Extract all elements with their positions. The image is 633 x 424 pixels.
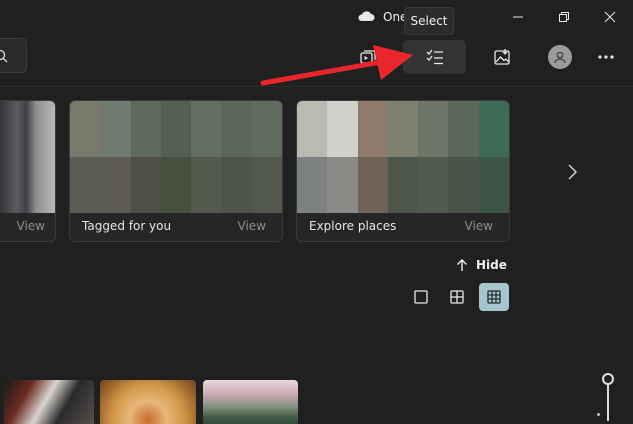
more-icon [598,55,614,59]
hide-label: Hide [476,258,507,272]
small-view-button[interactable] [479,283,509,311]
annotation-arrow [260,45,413,86]
card-title: Explore places [309,219,397,233]
photo-thumbnail[interactable] [4,380,94,424]
explore-places-card[interactable]: Explore places View [296,100,510,242]
select-checklist-icon [426,49,443,65]
card-thumbnail [70,101,282,213]
card-view-link[interactable]: View [465,219,493,233]
arrow-up-icon [457,259,467,271]
tagged-card[interactable]: Tagged for you View [69,100,283,242]
search-input[interactable] [0,38,27,73]
search-icon [0,49,8,63]
grid-2x2-icon [450,290,464,304]
card-view-link[interactable]: View [238,219,266,233]
memories-card[interactable]: View [0,100,56,242]
square-view-icon [414,290,428,304]
import-button[interactable] [484,40,520,74]
card-title: Tagged for you [82,219,172,233]
card-thumbnail [0,101,55,213]
grid-3x3-icon [487,290,501,304]
photo-thumbnail[interactable] [203,380,298,424]
onedrive-cloud-icon [358,11,375,21]
minimize-icon [513,16,523,18]
card-thumbnail [297,101,509,213]
chevron-right-icon[interactable] [564,162,580,182]
close-button[interactable] [595,6,625,28]
large-view-button[interactable] [406,283,436,311]
medium-view-button[interactable] [442,283,472,311]
person-icon [554,51,566,64]
hide-button[interactable]: Hide [456,258,507,272]
more-options-button[interactable] [588,40,624,74]
minimize-button[interactable] [503,6,533,28]
photo-thumbnail[interactable] [100,380,196,424]
timeline-marker [597,413,600,416]
import-photo-icon [494,49,510,65]
card-view-link[interactable]: View [17,219,45,233]
close-icon [604,11,616,23]
timeline-scroll-thumb[interactable] [602,373,614,385]
account-avatar[interactable] [548,45,572,69]
timeline-track[interactable] [607,385,609,421]
restore-button[interactable] [549,6,579,28]
restore-icon [559,12,569,22]
